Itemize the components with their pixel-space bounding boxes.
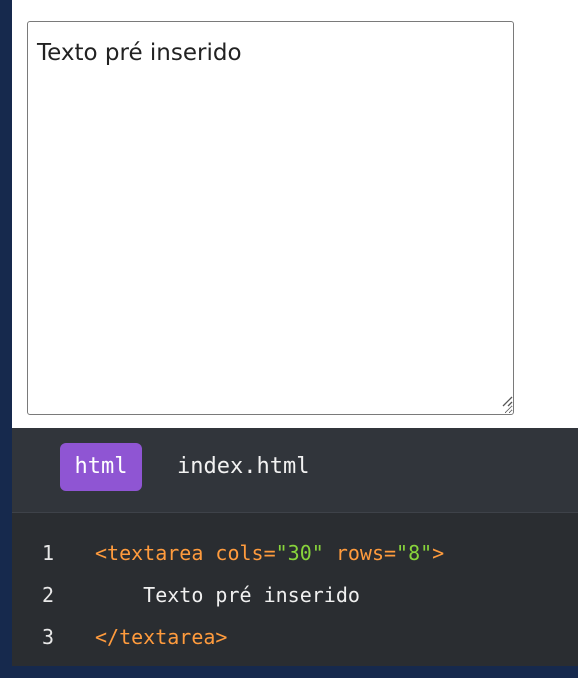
line-code: </textarea>	[95, 616, 227, 658]
line-number: 1	[42, 541, 55, 565]
code-line: 3 </textarea>	[12, 616, 578, 658]
language-badge: html	[60, 443, 142, 491]
resize-grip-icon[interactable]	[499, 393, 513, 407]
line-code: Texto pré inserido	[95, 574, 360, 616]
code-filename: index.html	[177, 454, 310, 479]
preview-area: Texto pré inserido	[12, 0, 578, 427]
demo-textarea[interactable]: Texto pré inserido	[27, 21, 514, 415]
line-number: 3	[42, 625, 55, 649]
code-block: html index.html 1 <textarea cols="30" row…	[12, 428, 578, 666]
code-header: html index.html	[12, 428, 578, 513]
code-token: >	[432, 541, 445, 565]
code-token: "30"	[275, 541, 324, 565]
code-token: rows=	[323, 541, 397, 565]
code-token: "8"	[396, 541, 433, 565]
line-code: <textarea cols="30" rows="8">	[95, 532, 444, 574]
code-line: 2 Texto pré inserido	[12, 574, 578, 616]
code-token: Texto pré inserido	[95, 583, 360, 607]
code-token: <textarea cols=	[95, 541, 276, 565]
line-number: 2	[42, 583, 55, 607]
code-lines: 1 <textarea cols="30" rows="8"> 2 Texto pr…	[12, 532, 578, 658]
content-frame: Texto pré inserido html index.html 1 <tex…	[12, 0, 578, 666]
code-line: 1 <textarea cols="30" rows="8">	[12, 532, 578, 574]
code-token: </textarea>	[95, 625, 228, 649]
